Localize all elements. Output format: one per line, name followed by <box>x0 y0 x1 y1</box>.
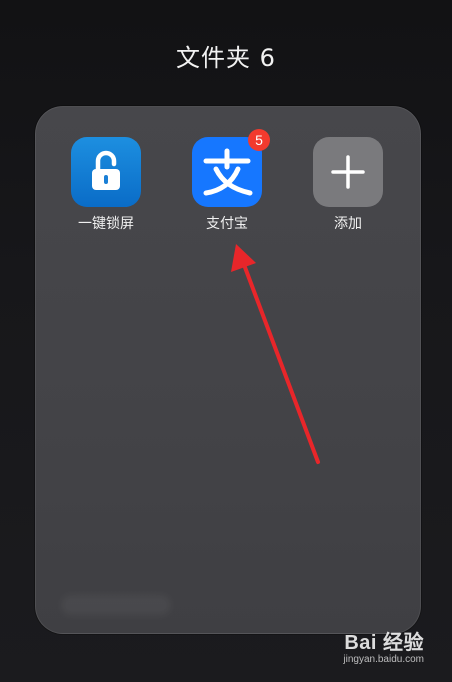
baidu-jingyan-watermark: Bai 经验 jingyan.baidu.com <box>314 626 424 670</box>
watermark-url: jingyan.baidu.com <box>343 654 424 665</box>
red-annotation-arrow <box>231 244 320 464</box>
watermark-brand: Bai 经验 <box>344 632 424 654</box>
